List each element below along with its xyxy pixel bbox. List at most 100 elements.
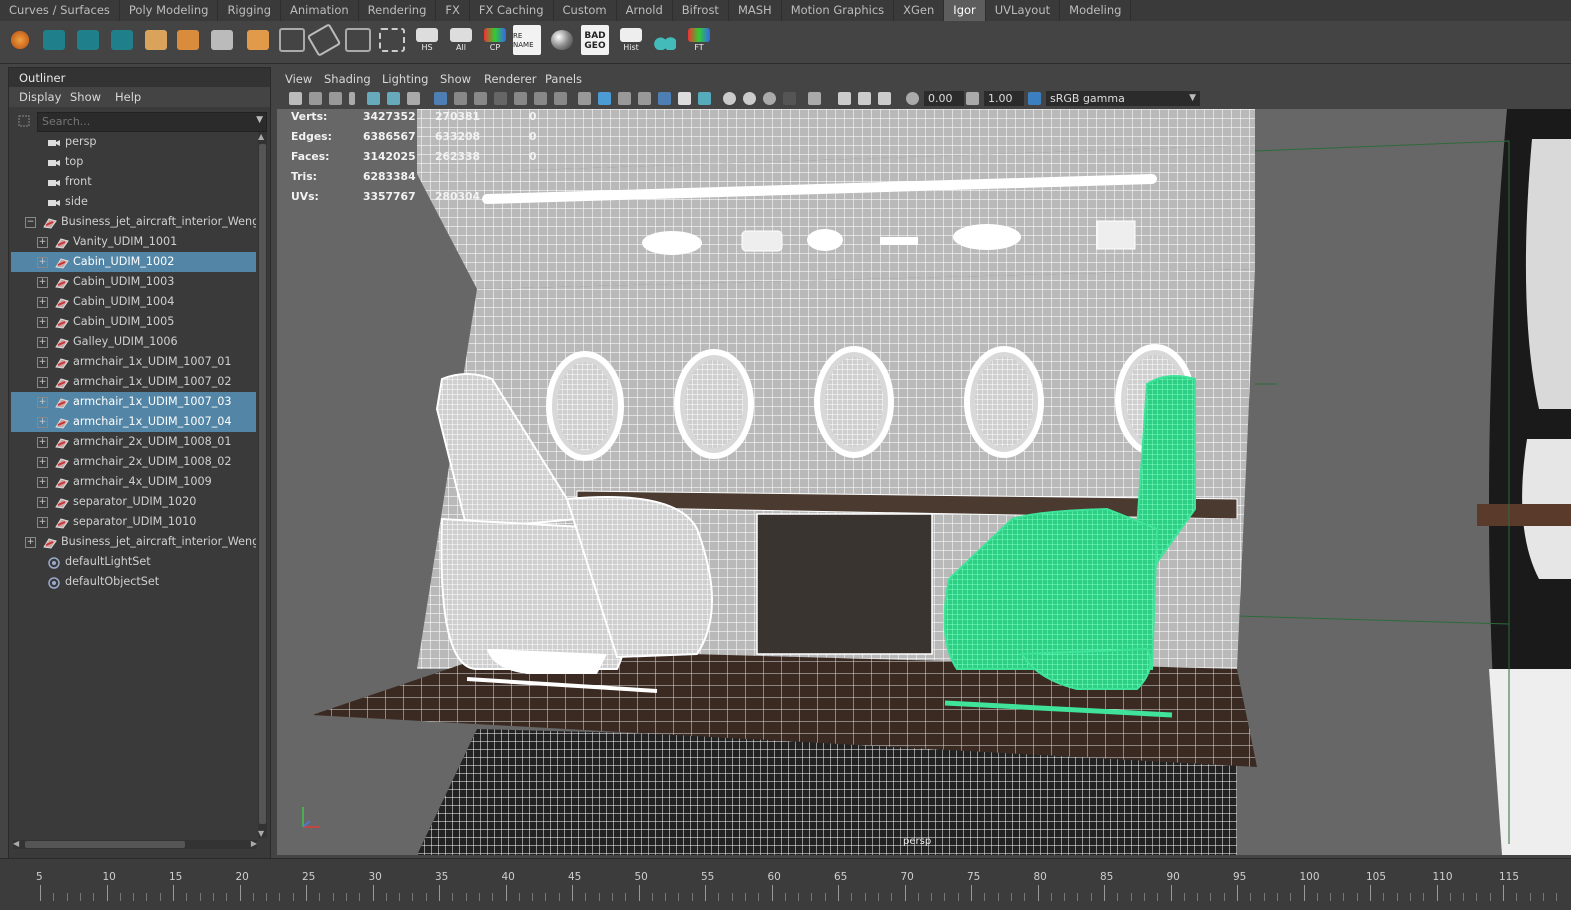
shelf-tab-mash[interactable]: MASH	[729, 0, 782, 21]
outliner-item[interactable]: + Cabin_UDIM_1002	[11, 252, 256, 272]
outliner-search-input[interactable]	[38, 113, 256, 129]
expand-icon[interactable]: +	[37, 377, 48, 388]
stack-planes-icon[interactable]	[208, 25, 236, 55]
orange-sphere-tool-icon[interactable]	[6, 25, 34, 55]
shelf-tab-fx-caching[interactable]: FX Caching	[470, 0, 554, 21]
outliner-item[interactable]: + armchair_2x_UDIM_1008_02	[11, 452, 256, 472]
time-slider[interactable]: 5 10 15 20 25 30 35 40 45 50 55 60 65 70 75 80 85 90 95 100…	[0, 858, 1571, 910]
viewport-menu-renderer[interactable]: Renderer	[484, 72, 537, 86]
wireframe-icon[interactable]	[578, 92, 591, 105]
select-camera-icon[interactable]	[289, 92, 302, 105]
xray-icon[interactable]	[658, 92, 671, 105]
viewport-panel[interactable]: persp	[277, 109, 1571, 855]
shelf-tab-rendering[interactable]: Rendering	[359, 0, 437, 21]
all-eye-icon[interactable]: All	[447, 25, 475, 55]
outliner-item[interactable]: front	[11, 172, 256, 192]
bookmarks-icon[interactable]	[329, 92, 342, 105]
expand-icon[interactable]: +	[37, 357, 48, 368]
shelf-tab-modeling[interactable]: Modeling	[1060, 0, 1132, 21]
outliner-item[interactable]: + armchair_1x_UDIM_1007_03	[11, 392, 256, 412]
film-gate-icon[interactable]	[454, 92, 467, 105]
shelf-tab-uvlayout[interactable]: UVLayout	[986, 0, 1061, 21]
use-lights-icon[interactable]	[678, 92, 691, 105]
expand-icon[interactable]: +	[37, 297, 48, 308]
outliner-item[interactable]: + separator_UDIM_1010	[11, 512, 256, 532]
collapse-icon[interactable]: −	[25, 217, 36, 228]
outliner-item[interactable]: defaultLightSet	[11, 552, 256, 572]
two-d-pan-icon[interactable]	[387, 92, 400, 105]
expand-icon[interactable]: +	[37, 417, 48, 428]
outliner-item[interactable]: + armchair_1x_UDIM_1007_01	[11, 352, 256, 372]
filter-icon[interactable]	[17, 114, 31, 128]
outliner-horizontal-scrollbar[interactable]: ◀ ▶	[13, 839, 257, 849]
outliner-item[interactable]: + Vanity_UDIM_1001	[11, 232, 256, 252]
outliner-item[interactable]: + Cabin_UDIM_1005	[11, 312, 256, 332]
outliner-item[interactable]: + armchair_4x_UDIM_1009	[11, 472, 256, 492]
horizontal-scroll-thumb[interactable]	[25, 841, 185, 848]
expand-icon[interactable]: +	[37, 517, 48, 528]
expand-icon[interactable]: +	[25, 537, 36, 548]
vertical-scroll-thumb[interactable]	[259, 144, 266, 824]
multi-cut-icon[interactable]	[344, 25, 372, 55]
search-dropdown-icon[interactable]: ▼	[256, 115, 263, 125]
safe-action-icon[interactable]	[534, 92, 547, 105]
hud-toggle-icon[interactable]	[878, 92, 891, 105]
shelf-tab-rigging[interactable]: Rigging	[218, 0, 282, 21]
outliner-item[interactable]: + armchair_1x_UDIM_1007_02	[11, 372, 256, 392]
gate-mask-icon[interactable]	[494, 92, 507, 105]
shelf-tab-motion-graphics[interactable]: Motion Graphics	[782, 0, 895, 21]
shelf-tab-curves-surfaces[interactable]: Curves / Surfaces	[0, 0, 120, 21]
grid-icon[interactable]	[434, 92, 447, 105]
outliner-item[interactable]: + separator_UDIM_1020	[11, 492, 256, 512]
bad-geo-icon[interactable]: BAD GEO	[581, 25, 609, 55]
ruler-icon[interactable]	[306, 23, 342, 57]
expand-icon[interactable]: +	[37, 237, 48, 248]
teal-m-tool-icon-2[interactable]	[74, 25, 102, 55]
viewport-menu-view[interactable]: View	[285, 72, 312, 86]
outliner-item[interactable]: + armchair_2x_UDIM_1008_01	[11, 432, 256, 452]
xray-active-icon[interactable]	[858, 92, 871, 105]
outliner-item[interactable]: + Business_jet_aircraft_interior_Wenge_	[11, 532, 256, 552]
outliner-vertical-scrollbar[interactable]: ▲ ▼	[258, 132, 267, 838]
xray-joints-icon[interactable]	[838, 92, 851, 105]
viewport-menu-show[interactable]: Show	[440, 72, 471, 86]
outliner-item[interactable]: top	[11, 152, 256, 172]
outliner-item[interactable]: side	[11, 192, 256, 212]
outliner-item[interactable]: persp	[11, 132, 256, 152]
image-plane-icon[interactable]	[367, 92, 380, 105]
shader-ball-icon[interactable]	[548, 25, 576, 55]
shelf-tab-bifrost[interactable]: Bifrost	[673, 0, 729, 21]
safe-title-icon[interactable]	[554, 92, 567, 105]
center-pivot-icon[interactable]: CP	[481, 25, 509, 55]
teal-m-tool-icon-3[interactable]	[108, 25, 136, 55]
uv-grid-icon[interactable]	[278, 25, 306, 55]
shelf-tab-animation[interactable]: Animation	[281, 0, 359, 21]
shelf-tab-xgen[interactable]: XGen	[894, 0, 945, 21]
connect-spheres-icon[interactable]	[651, 25, 679, 55]
motion-blur-icon[interactable]	[743, 92, 756, 105]
expand-icon[interactable]: +	[37, 477, 48, 488]
expand-icon[interactable]: +	[37, 257, 48, 268]
shelf-tab-poly-modeling[interactable]: Poly Modeling	[120, 0, 219, 21]
smooth-shade-icon[interactable]	[598, 92, 611, 105]
bookmark-icon[interactable]	[349, 92, 355, 105]
shelf-tab-igor[interactable]: Igor	[944, 0, 986, 21]
grease-pencil-icon[interactable]	[407, 92, 420, 105]
outliner-menu-display[interactable]: Display	[19, 90, 61, 104]
outliner-item[interactable]: − Business_jet_aircraft_interior_Wenge_	[11, 212, 256, 232]
viewport-menu-panels[interactable]: Panels	[545, 72, 582, 86]
shelf-tab-arnold[interactable]: Arnold	[617, 0, 673, 21]
field-chart-icon[interactable]	[514, 92, 527, 105]
outliner-item[interactable]: defaultObjectSet	[11, 572, 256, 592]
color-management-icon[interactable]	[1028, 92, 1041, 105]
viewport-menu-shading[interactable]: Shading	[324, 72, 371, 86]
expand-icon[interactable]: +	[37, 337, 48, 348]
expand-icon[interactable]: +	[37, 397, 48, 408]
shadows-icon[interactable]	[698, 92, 711, 105]
exposure-icon[interactable]	[906, 92, 919, 105]
expand-icon[interactable]: +	[37, 317, 48, 328]
scroll-down-icon[interactable]: ▼	[258, 829, 264, 838]
outliner-item[interactable]: + armchair_1x_UDIM_1007_04	[11, 412, 256, 432]
grid-squares-icon[interactable]	[244, 25, 272, 55]
layer-box-icon[interactable]	[142, 25, 170, 55]
